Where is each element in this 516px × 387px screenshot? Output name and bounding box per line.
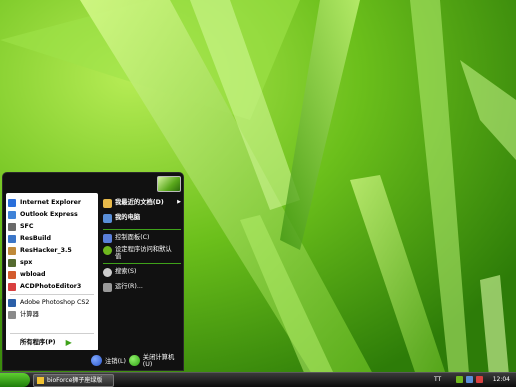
internet-explorer-icon bbox=[8, 198, 16, 207]
program-label: ResBuild bbox=[20, 235, 51, 242]
pinned-programs-pane: Internet Explorer Outlook Express SFC Re… bbox=[6, 193, 98, 351]
program-outlook-express[interactable]: Outlook Express bbox=[8, 209, 96, 220]
my-computer-icon bbox=[103, 214, 112, 223]
taskbar-window-button[interactable]: bioForce狮子座绿版 bbox=[33, 374, 114, 387]
link-label: 运行(R)... bbox=[115, 283, 143, 290]
program-label: wbload bbox=[20, 271, 46, 278]
control-panel-link[interactable]: 控制面板(C) bbox=[103, 234, 181, 243]
start-menu-footer: 注销(L) 关闭计算机(U) bbox=[3, 350, 183, 370]
program-access-icon bbox=[103, 246, 112, 255]
control-panel-icon bbox=[103, 234, 112, 243]
program-access-link[interactable]: 设定程序访问和默认值 bbox=[103, 246, 181, 260]
search-icon bbox=[103, 268, 112, 277]
program-label: ResHacker_3.5 bbox=[20, 247, 72, 254]
wbload-icon bbox=[8, 270, 16, 279]
submenu-arrow-icon: ▶ bbox=[177, 199, 181, 205]
start-menu-header bbox=[3, 173, 183, 192]
program-internet-explorer[interactable]: Internet Explorer bbox=[8, 197, 96, 208]
user-avatar[interactable] bbox=[157, 176, 181, 192]
ime-indicator[interactable]: TT bbox=[434, 376, 441, 383]
run-link[interactable]: 运行(R)... bbox=[103, 283, 181, 292]
program-calculator[interactable]: 计算器 bbox=[8, 309, 96, 320]
logoff-button[interactable]: 注销(L) bbox=[91, 353, 126, 367]
resbuild-icon bbox=[8, 234, 16, 243]
taskbar-window-label: bioForce狮子座绿版 bbox=[47, 377, 103, 384]
my-computer-link[interactable]: 我的电脑 bbox=[103, 214, 181, 223]
program-label: ACDPhotoEditor3 bbox=[20, 283, 82, 290]
program-label: 计算器 bbox=[20, 311, 39, 318]
link-label: 控制面板(C) bbox=[115, 234, 150, 241]
link-label: 我的电脑 bbox=[115, 214, 141, 221]
spx-icon bbox=[8, 258, 16, 267]
shutdown-icon bbox=[129, 354, 140, 366]
shutdown-label: 关闭计算机(U) bbox=[142, 354, 175, 368]
program-wbload[interactable]: wbload bbox=[8, 269, 96, 280]
program-sfc[interactable]: SFC bbox=[8, 221, 96, 232]
security-alert-icon[interactable] bbox=[476, 376, 483, 383]
acdphotoeditor-icon bbox=[8, 282, 16, 291]
start-button[interactable] bbox=[0, 373, 30, 387]
link-label: 我最近的文档(D) bbox=[115, 199, 164, 206]
logoff-label: 注销(L) bbox=[105, 357, 127, 365]
menu-separator bbox=[10, 333, 94, 334]
link-label: 设定程序访问和默认值 bbox=[115, 246, 172, 260]
folder-icon bbox=[37, 377, 44, 384]
search-link[interactable]: 搜索(S) bbox=[103, 268, 181, 277]
photoshop-icon bbox=[8, 298, 16, 307]
menu-separator bbox=[103, 229, 181, 230]
program-reshacker[interactable]: ResHacker_3.5 bbox=[8, 245, 96, 256]
system-links-pane: 我最近的文档(D) ▶ 我的电脑 控制面板(C) 设定程序访问和默认值 搜索(S… bbox=[99, 193, 183, 353]
tray-app-icon[interactable] bbox=[456, 376, 463, 383]
menu-separator bbox=[10, 294, 94, 295]
link-label: 搜索(S) bbox=[115, 268, 137, 275]
program-spx[interactable]: spx bbox=[8, 257, 96, 268]
program-label: Internet Explorer bbox=[20, 199, 82, 206]
program-resbuild[interactable]: ResBuild bbox=[8, 233, 96, 244]
start-menu: Internet Explorer Outlook Express SFC Re… bbox=[2, 172, 184, 371]
calculator-icon bbox=[8, 310, 16, 319]
program-acdphotoeditor[interactable]: ACDPhotoEditor3 bbox=[8, 281, 96, 292]
recent-documents-link[interactable]: 我最近的文档(D) ▶ bbox=[103, 199, 181, 208]
program-label: SFC bbox=[20, 223, 34, 230]
shutdown-button[interactable]: 关闭计算机(U) bbox=[129, 353, 183, 368]
all-programs-label: 所有程序(P) bbox=[20, 339, 56, 346]
menu-separator bbox=[103, 263, 181, 264]
program-label: Adobe Photoshop CS2 bbox=[20, 299, 90, 306]
recent-documents-icon bbox=[103, 199, 112, 208]
outlook-express-icon bbox=[8, 210, 16, 219]
system-tray: TT 12:04 bbox=[426, 373, 516, 387]
network-icon[interactable] bbox=[466, 376, 473, 383]
green-arrow-icon: ▶ bbox=[65, 338, 72, 347]
logoff-icon bbox=[91, 354, 102, 366]
reshacker-icon bbox=[8, 246, 16, 255]
taskbar: bioForce狮子座绿版 TT 12:04 bbox=[0, 372, 516, 387]
run-icon bbox=[103, 283, 112, 292]
all-programs-button[interactable]: 所有程序(P) ▶ bbox=[8, 337, 96, 348]
program-photoshop[interactable]: Adobe Photoshop CS2 bbox=[8, 297, 96, 308]
program-label: spx bbox=[20, 259, 33, 266]
clock[interactable]: 12:04 bbox=[493, 376, 510, 383]
sfc-icon bbox=[8, 222, 16, 231]
program-label: Outlook Express bbox=[20, 211, 78, 218]
